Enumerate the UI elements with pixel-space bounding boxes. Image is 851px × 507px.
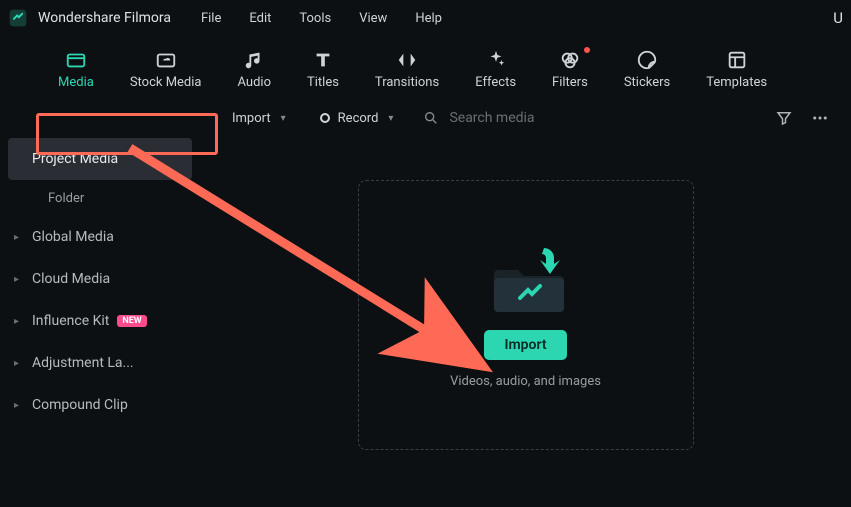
app-name: Wondershare Filmora xyxy=(38,10,171,26)
tab-label: Stickers xyxy=(624,75,670,90)
drop-description: Videos, audio, and images xyxy=(450,374,601,389)
import-dropdown[interactable]: Import ▾ xyxy=(220,105,298,132)
tab-label: Titles xyxy=(307,75,339,90)
tab-titles[interactable]: Titles xyxy=(289,45,357,90)
cloud-icon xyxy=(155,49,177,71)
import-label: Import xyxy=(232,111,271,126)
menu-view[interactable]: View xyxy=(359,11,387,26)
chevron-right-icon: ▸ xyxy=(14,274,19,285)
search-wrap xyxy=(423,110,649,126)
sidebar-item-global-media[interactable]: ▸ Global Media xyxy=(0,216,200,258)
record-dropdown[interactable]: Record ▾ xyxy=(308,105,406,132)
sparkle-icon xyxy=(485,49,507,71)
tab-label: Media xyxy=(58,75,94,90)
tab-label: Audio xyxy=(238,75,271,90)
main-panel: Import Videos, audio, and images xyxy=(200,138,851,507)
chevron-right-icon: ▸ xyxy=(14,400,19,411)
tab-stickers[interactable]: Stickers xyxy=(606,45,688,90)
search-input[interactable] xyxy=(449,110,649,126)
chevron-down-icon: ▾ xyxy=(281,113,286,124)
tab-transitions[interactable]: Transitions xyxy=(357,45,457,90)
new-badge: NEW xyxy=(117,315,146,327)
sidebar-item-folder[interactable]: Folder xyxy=(0,180,200,216)
filter-icon xyxy=(559,49,581,71)
import-button[interactable]: Import xyxy=(484,330,566,360)
toolbar: Import ▾ Record ▾ xyxy=(0,98,851,138)
sidebar-item-cloud-media[interactable]: ▸ Cloud Media xyxy=(0,258,200,300)
tab-label: Effects xyxy=(475,75,516,90)
menu-file[interactable]: File xyxy=(201,11,221,26)
chevron-right-icon: ▸ xyxy=(14,358,19,369)
title-bar: Wondershare Filmora File Edit Tools View… xyxy=(0,0,851,36)
app-logo-icon xyxy=(8,8,28,28)
menu-tools[interactable]: Tools xyxy=(299,11,331,26)
sidebar-item-project-media[interactable]: Project Media xyxy=(8,138,192,180)
tab-effects[interactable]: Effects xyxy=(457,45,534,90)
more-icon[interactable] xyxy=(811,109,829,127)
sidebar-item-label: Influence Kit xyxy=(32,313,109,329)
import-drop-zone[interactable]: Import Videos, audio, and images xyxy=(358,180,694,450)
text-icon xyxy=(312,49,334,71)
tab-filters[interactable]: Filters xyxy=(534,45,606,90)
folder-import-icon xyxy=(486,240,566,310)
record-label: Record xyxy=(338,111,379,126)
sidebar-item-label: Compound Clip xyxy=(32,397,128,413)
menu-help[interactable]: Help xyxy=(415,11,442,26)
tab-label: Filters xyxy=(552,75,588,90)
chevron-right-icon: ▸ xyxy=(14,316,19,327)
music-icon xyxy=(243,49,265,71)
filter-settings-icon[interactable] xyxy=(775,109,793,127)
tab-stock-media[interactable]: Stock Media xyxy=(112,45,220,90)
sidebar-item-label: Cloud Media xyxy=(32,271,110,287)
main-menu: File Edit Tools View Help xyxy=(201,11,442,26)
tab-templates[interactable]: Templates xyxy=(688,45,785,90)
title-right-indicator: U xyxy=(833,9,843,27)
sidebar-item-label: Global Media xyxy=(32,229,114,245)
sidebar-item-compound-clip[interactable]: ▸ Compound Clip xyxy=(0,384,200,426)
record-icon xyxy=(320,113,330,123)
content-area: Project Media Folder ▸ Global Media ▸ Cl… xyxy=(0,138,851,507)
tab-label: Transitions xyxy=(375,75,439,90)
sidebar-item-label: Folder xyxy=(48,191,84,206)
tab-label: Stock Media xyxy=(130,75,202,90)
sidebar-item-label: Project Media xyxy=(32,151,118,167)
toolbar-right xyxy=(775,109,841,127)
tab-audio[interactable]: Audio xyxy=(220,45,289,90)
chevron-right-icon: ▸ xyxy=(14,232,19,243)
tab-media[interactable]: Media xyxy=(40,45,112,90)
notification-dot-icon xyxy=(584,47,590,53)
media-icon xyxy=(65,49,87,71)
transition-icon xyxy=(396,49,418,71)
tab-label: Templates xyxy=(706,75,767,90)
template-icon xyxy=(726,49,748,71)
sidebar-item-influence-kit[interactable]: ▸ Influence Kit NEW xyxy=(0,300,200,342)
menu-edit[interactable]: Edit xyxy=(249,11,271,26)
sidebar-item-adjustment-layer[interactable]: ▸ Adjustment La... xyxy=(0,342,200,384)
sidebar-item-label: Adjustment La... xyxy=(32,355,134,371)
sticker-icon xyxy=(636,49,658,71)
chevron-down-icon: ▾ xyxy=(388,113,393,124)
sidebar: Project Media Folder ▸ Global Media ▸ Cl… xyxy=(0,138,200,507)
ribbon-tabs: Media Stock Media Audio Titles Transitio… xyxy=(0,36,851,98)
search-icon xyxy=(423,110,439,126)
